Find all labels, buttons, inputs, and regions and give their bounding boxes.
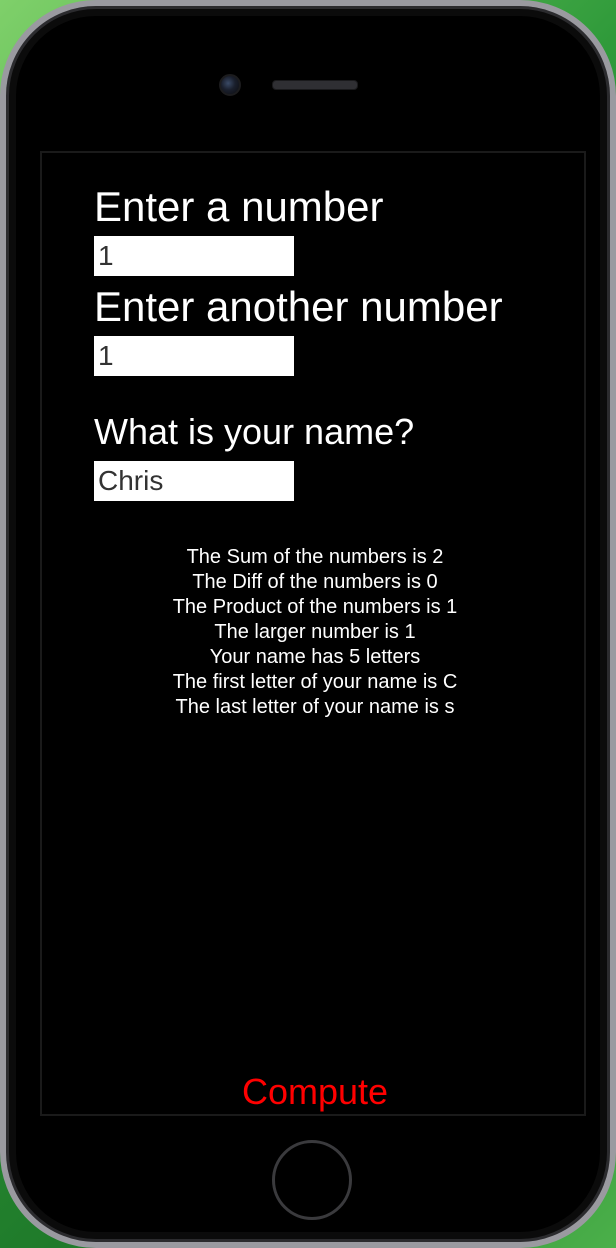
sum-result: The Sum of the numbers is 2	[186, 546, 444, 568]
second-number-input[interactable]	[94, 336, 294, 376]
phone-frame: Enter a number Enter another number What…	[0, 0, 616, 1248]
diff-result: The Diff of the numbers is 0	[192, 571, 438, 593]
last-letter-result: The last letter of your name is s	[175, 696, 455, 718]
name-label: What is your name?	[94, 411, 415, 452]
camera-icon	[219, 74, 241, 96]
larger-result: The larger number is 1	[214, 621, 416, 643]
first-letter-result: The first letter of your name is C	[172, 671, 458, 693]
compute-button[interactable]: Compute	[42, 1069, 588, 1115]
second-number-label: Enter another number	[94, 283, 503, 330]
name-length-result: Your name has 5 letters	[209, 646, 421, 668]
product-result: The Product of the numbers is 1	[172, 596, 458, 618]
speaker-grille	[272, 80, 358, 90]
name-input[interactable]	[94, 461, 294, 501]
results-list: The Sum of the numbers is 2 The Diff of …	[42, 545, 588, 720]
first-number-input[interactable]	[94, 236, 294, 276]
app-screen: Enter a number Enter another number What…	[40, 151, 586, 1116]
home-button[interactable]	[272, 1140, 352, 1220]
first-number-label: Enter a number	[94, 183, 384, 230]
